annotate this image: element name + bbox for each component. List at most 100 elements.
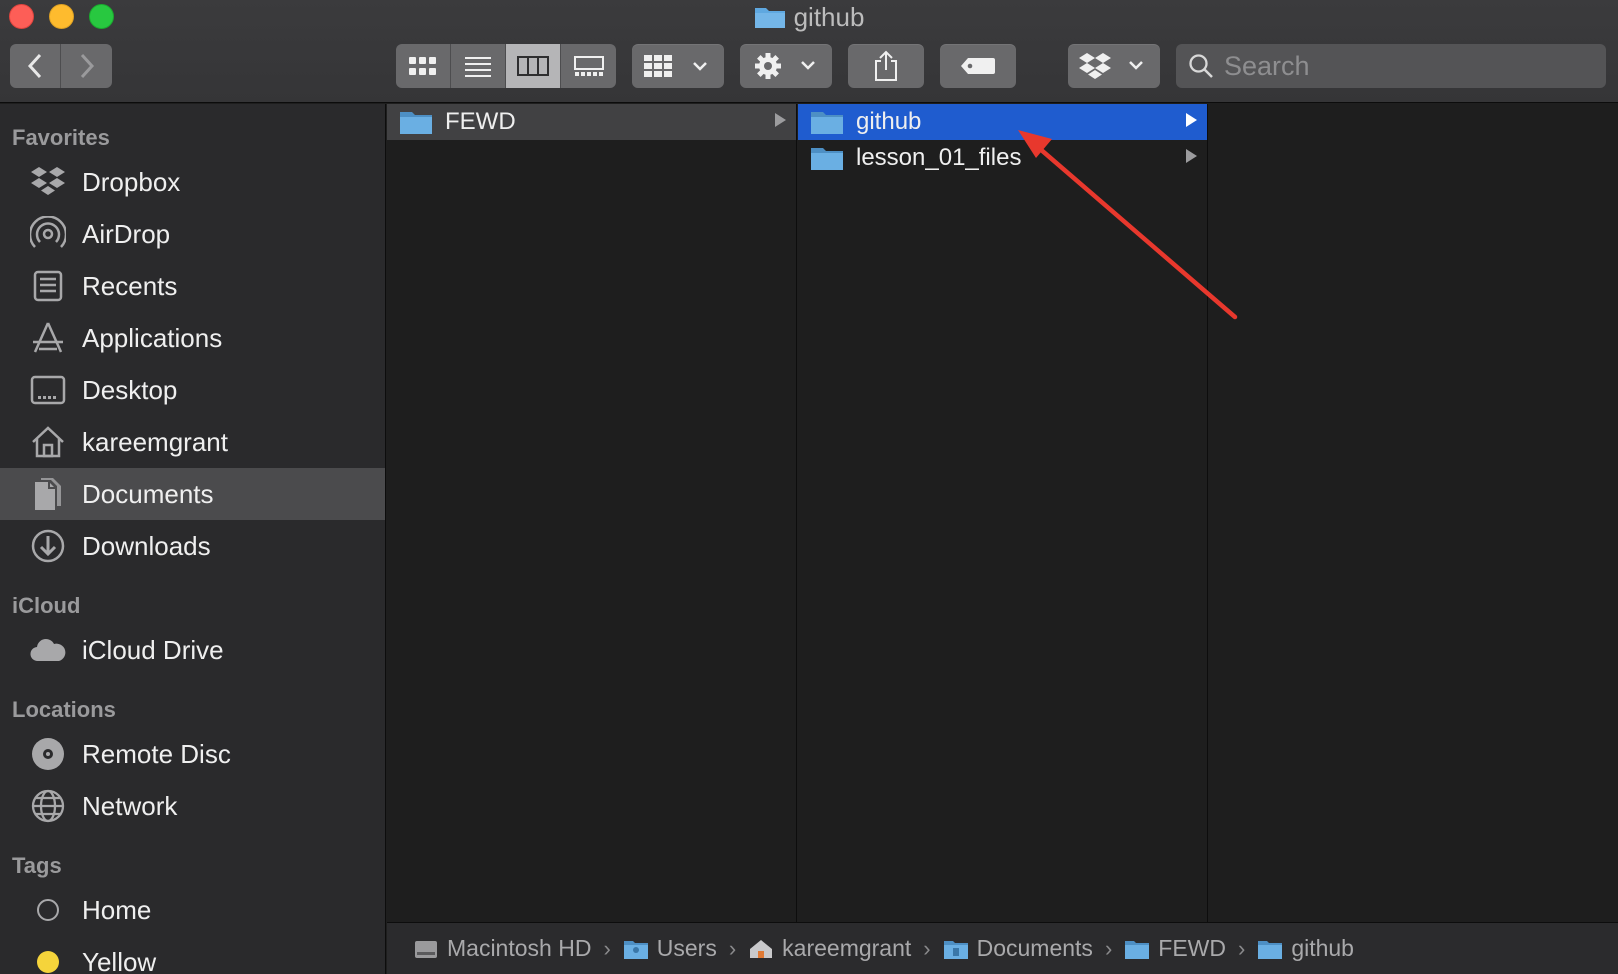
chevron-right-icon: › — [923, 935, 931, 961]
users-folder-icon — [623, 940, 648, 959]
sidebar-item-label: kareemgrant — [82, 426, 228, 457]
folder-row-lesson-01-files[interactable]: lesson_01_files — [798, 140, 1207, 176]
dropbox-icon — [28, 162, 68, 202]
titlebar: github — [0, 0, 1618, 103]
sidebar-item-label: Downloads — [82, 530, 211, 561]
sidebar-item-remote-disc[interactable]: Remote Disc — [0, 728, 385, 780]
folder-name: lesson_01_files — [856, 144, 1022, 171]
column-browser: FEWD github lesson_01_files — [387, 104, 1618, 922]
sidebar-item-kareemgrant[interactable]: kareemgrant — [0, 416, 385, 468]
sidebar-item-tag-home[interactable]: Home — [0, 884, 385, 936]
sidebar-item-label: Yellow — [82, 946, 157, 974]
folder-name: github — [856, 108, 922, 135]
documents-icon — [28, 474, 68, 514]
recents-icon — [28, 266, 68, 306]
share-icon — [875, 50, 897, 81]
search-field[interactable] — [1176, 44, 1606, 88]
action-menu-button[interactable] — [740, 44, 832, 88]
icon-view-button[interactable] — [396, 44, 451, 88]
disclosure-arrow-icon — [1186, 149, 1197, 163]
applications-icon — [28, 318, 68, 358]
sidebar-section-favorites: Favorites — [12, 125, 110, 150]
path-item-documents[interactable]: Documents — [943, 935, 1093, 962]
sidebar-item-label: AirDrop — [82, 218, 171, 249]
sidebar-item-label: Network — [82, 790, 178, 821]
home-icon — [750, 939, 773, 958]
airdrop-icon — [28, 214, 68, 254]
cloud-icon — [28, 630, 68, 670]
chevron-right-icon: › — [728, 935, 737, 961]
window-title: github — [0, 1, 1618, 33]
gallery-view-button[interactable] — [561, 44, 616, 88]
sidebar-section-locations: Locations — [12, 697, 116, 722]
browser-column-3[interactable] — [1209, 104, 1618, 922]
chevron-left-icon — [27, 53, 42, 79]
path-item-label: FEWD — [1158, 935, 1226, 961]
browser-column-1[interactable]: FEWD — [387, 104, 797, 922]
column-view-button[interactable] — [506, 44, 561, 88]
folder-name: FEWD — [445, 108, 516, 135]
sidebar-item-label: Dropbox — [82, 166, 181, 197]
search-input[interactable] — [1224, 50, 1584, 82]
grid-group-icon — [644, 55, 707, 77]
chevron-right-icon — [80, 53, 94, 79]
finder-window: github Search Favorites Dropbox AirDrop … — [0, 0, 1618, 974]
gear-icon — [755, 53, 815, 79]
window-title-text: github — [793, 1, 865, 32]
path-bar: Macintosh HD › Users › kareemgrant › Doc… — [387, 922, 1618, 974]
path-item-label: Documents — [976, 935, 1093, 961]
folder-row-github[interactable]: github — [798, 104, 1207, 140]
sidebar-item-label: Remote Disc — [82, 738, 231, 769]
sidebar-item-desktop[interactable]: Desktop — [0, 364, 385, 416]
sidebar-item-label: Applications — [82, 322, 223, 353]
folder-row-fewd[interactable]: FEWD — [387, 104, 796, 140]
disclosure-arrow-icon — [775, 113, 786, 127]
forward-button[interactable] — [61, 44, 112, 88]
sidebar-item-label: Desktop — [82, 374, 178, 405]
folder-icon — [754, 8, 785, 28]
sidebar-item-network[interactable]: Network — [0, 780, 385, 832]
chevron-right-icon: › — [603, 935, 611, 961]
back-button[interactable] — [10, 44, 61, 88]
sidebar-item-downloads[interactable]: Downloads — [0, 520, 385, 572]
sidebar-item-label: Home — [82, 894, 152, 925]
dropbox-button[interactable] — [1068, 44, 1160, 88]
desktop-icon — [28, 370, 68, 410]
path-item-kareemgrant[interactable]: kareemgrant — [748, 935, 911, 962]
globe-icon — [28, 786, 68, 826]
path-item-users[interactable]: Users — [623, 935, 717, 962]
gallery-view-icon — [573, 56, 604, 76]
sidebar-item-documents[interactable]: Documents — [0, 468, 385, 520]
nav-buttons — [10, 44, 112, 88]
sidebar-item-applications[interactable]: Applications — [0, 312, 385, 364]
sidebar-item-recents[interactable]: Recents — [0, 260, 385, 312]
tag-empty-icon — [28, 890, 68, 930]
sidebar-item-icloud-drive[interactable]: iCloud Drive — [0, 624, 385, 676]
sidebar-item-airdrop[interactable]: AirDrop — [0, 208, 385, 260]
path-item-label: Macintosh HD — [447, 935, 592, 961]
search-icon — [1189, 54, 1213, 78]
path-item-label: Users — [656, 935, 717, 961]
downloads-icon — [28, 526, 68, 566]
sidebar-item-label: Recents — [82, 270, 178, 301]
folder-icon — [1258, 940, 1283, 959]
path-item-macintosh-hd[interactable]: Macintosh HD — [413, 935, 591, 962]
browser-column-2[interactable]: github lesson_01_files — [798, 104, 1208, 922]
chevron-right-icon: › — [1237, 935, 1246, 961]
edit-tags-button[interactable] — [940, 44, 1016, 88]
folder-icon — [400, 112, 432, 134]
group-by-button[interactable] — [632, 44, 724, 88]
documents-folder-icon — [943, 940, 968, 959]
share-button[interactable] — [848, 44, 924, 88]
folder-icon — [811, 148, 843, 170]
path-item-github[interactable]: github — [1257, 935, 1354, 962]
home-icon — [28, 422, 68, 462]
sidebar-item-label: Documents — [82, 478, 214, 509]
path-item-fewd[interactable]: FEWD — [1124, 935, 1226, 962]
list-view-button[interactable] — [451, 44, 506, 88]
sidebar-item-dropbox[interactable]: Dropbox — [0, 156, 385, 208]
view-mode-control — [396, 44, 616, 88]
folder-icon — [811, 112, 843, 134]
tag-icon — [961, 58, 995, 74]
sidebar-item-tag-yellow[interactable]: Yellow — [0, 936, 385, 974]
